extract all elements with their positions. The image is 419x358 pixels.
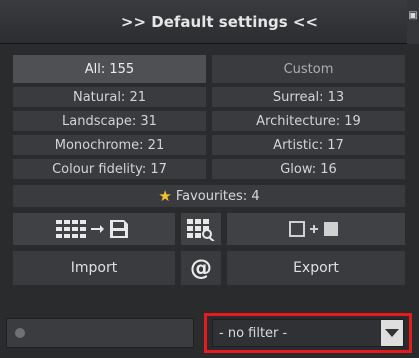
category-natural-button[interactable]: Natural: 21 xyxy=(12,86,207,108)
category-custom-button[interactable]: Custom xyxy=(211,54,406,84)
grid-to-save-button[interactable] xyxy=(12,212,176,246)
favourites-row: ★ Favourites: 4 xyxy=(12,184,406,208)
category-surreal-button[interactable]: Surreal: 13 xyxy=(211,86,406,108)
grid-magnifier-icon xyxy=(187,219,215,241)
category-monochrome-button[interactable]: Monochrome: 21 xyxy=(12,134,207,156)
filter-value: - no filter - xyxy=(219,325,288,341)
category-all-button[interactable]: All: 155 xyxy=(12,54,207,84)
icon-toolbar xyxy=(12,212,406,246)
search-input[interactable] xyxy=(6,318,194,348)
dropdown-button[interactable] xyxy=(381,320,403,346)
category-colour-fidelity-button[interactable]: Colour fidelity: 17 xyxy=(12,158,207,180)
category-row: Monochrome: 21 Artistic: 17 xyxy=(12,134,406,156)
chevron-down-icon xyxy=(385,329,399,337)
category-landscape-button[interactable]: Landscape: 31 xyxy=(12,110,207,132)
category-artistic-button[interactable]: Artistic: 17 xyxy=(211,134,406,156)
import-export-row: Import @ Export xyxy=(12,250,406,286)
filter-select[interactable]: - no filter - xyxy=(212,319,404,347)
category-glow-button[interactable]: Glow: 16 xyxy=(211,158,406,180)
header-title: >> Default settings << xyxy=(120,12,319,31)
favourites-label: Favourites: 4 xyxy=(175,188,260,204)
panel-corner-icon[interactable]: ▣ xyxy=(407,0,419,44)
grid-magnifier-button[interactable] xyxy=(180,212,222,246)
grid-to-save-icon xyxy=(56,220,128,238)
category-row: Natural: 21 Surreal: 13 xyxy=(12,86,406,108)
star-icon: ★ xyxy=(158,187,172,205)
compare-images-icon xyxy=(289,221,338,237)
category-architecture-button[interactable]: Architecture: 19 xyxy=(211,110,406,132)
favourites-button[interactable]: ★ Favourites: 4 xyxy=(12,184,406,208)
export-button[interactable]: Export xyxy=(226,250,406,286)
compare-images-button[interactable] xyxy=(226,212,406,246)
category-row: Colour fidelity: 17 Glow: 16 xyxy=(12,158,406,180)
email-at-button[interactable]: @ xyxy=(180,250,222,286)
category-row: All: 155 Custom xyxy=(12,54,406,84)
search-indicator-icon xyxy=(15,328,25,338)
import-button[interactable]: Import xyxy=(12,250,176,286)
panel-header: >> Default settings << xyxy=(0,0,419,44)
preset-categories-panel: All: 155 Custom Natural: 21 Surreal: 13 … xyxy=(12,54,406,286)
category-row: Landscape: 31 Architecture: 19 xyxy=(12,110,406,132)
bottom-bar: - no filter - xyxy=(6,312,412,354)
